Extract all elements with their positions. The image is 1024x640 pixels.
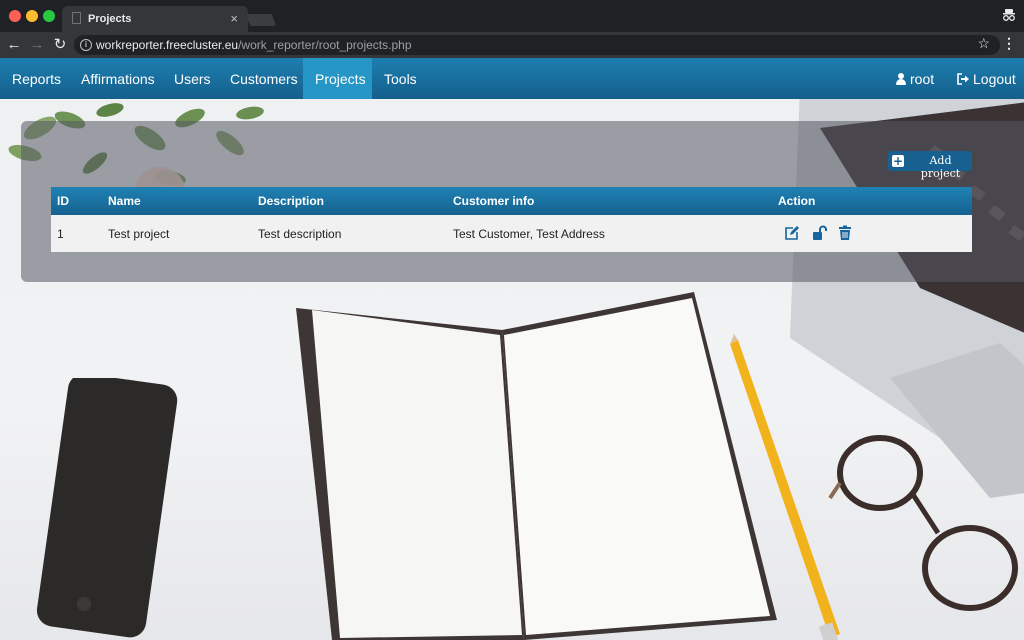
logout-link[interactable]: Logout — [957, 58, 1016, 99]
cell-name: Test project — [108, 227, 170, 241]
header-customer-info: Customer info — [453, 194, 535, 208]
main-navbar: Reports Affirmations Users Customers Pro… — [0, 58, 1024, 99]
cell-description: Test description — [258, 227, 342, 241]
browser-titlebar: Projects × — [0, 0, 1024, 32]
tab-close-icon[interactable]: × — [230, 11, 238, 26]
logout-label: Logout — [973, 71, 1016, 87]
user-icon — [896, 73, 906, 85]
address-bar[interactable]: i workreporter.freecluster.eu/work_repor… — [74, 35, 1000, 55]
nav-item-tools[interactable]: Tools — [372, 58, 429, 99]
user-name: root — [910, 71, 935, 87]
plus-square-icon: + — [892, 154, 904, 168]
projects-table: ID Name Description Customer info Action… — [51, 187, 972, 252]
table-row: 1 Test project Test description Test Cus… — [51, 215, 972, 252]
url-host: workreporter.freecluster.eu — [96, 38, 239, 52]
user-menu[interactable]: root — [896, 58, 934, 99]
url-path: /work_reporter/root_projects.php — [238, 38, 412, 52]
phone-decoration — [36, 378, 178, 638]
cell-customer-info: Test Customer, Test Address — [453, 227, 605, 241]
minimize-window-button[interactable] — [26, 10, 38, 22]
nav-item-customers[interactable]: Customers — [218, 58, 310, 99]
url-text[interactable]: workreporter.freecluster.eu/work_reporte… — [96, 38, 412, 52]
notebook-decoration — [296, 292, 777, 640]
browser-menu-icon[interactable]: ⋮ — [1002, 35, 1016, 52]
back-arrow-icon[interactable]: ← — [5, 36, 23, 54]
trash-icon[interactable] — [837, 225, 853, 241]
site-info-icon[interactable]: i — [80, 39, 92, 51]
close-window-button[interactable] — [9, 10, 21, 22]
logout-icon — [957, 73, 969, 85]
add-project-button[interactable]: + Add project — [888, 151, 972, 180]
edit-icon[interactable] — [784, 225, 800, 241]
nav-item-reports[interactable]: Reports — [0, 58, 73, 99]
glasses-decoration — [828, 435, 1018, 611]
add-project-label: Add project — [920, 154, 961, 180]
maximize-window-button[interactable] — [43, 10, 55, 22]
forward-arrow-icon[interactable]: → — [28, 36, 46, 54]
browser-tab-projects[interactable]: Projects × — [62, 6, 248, 32]
nav-item-users[interactable]: Users — [162, 58, 223, 99]
header-description: Description — [258, 194, 325, 208]
page-viewport: Reports Affirmations Users Customers Pro… — [0, 58, 1024, 640]
unlock-icon[interactable] — [812, 225, 828, 241]
reload-icon[interactable]: ↻ — [51, 36, 69, 54]
browser-toolbar: ← → ↻ i workreporter.freecluster.eu/work… — [0, 32, 1024, 58]
header-id: ID — [57, 194, 69, 208]
table-header: ID Name Description Customer info Action — [51, 187, 972, 215]
cell-id: 1 — [57, 227, 64, 241]
tab-title: Projects — [88, 13, 132, 25]
new-tab-button[interactable] — [245, 14, 277, 26]
nav-item-projects[interactable]: Projects — [303, 58, 372, 99]
header-action: Action — [778, 194, 816, 208]
page-favicon-icon — [72, 12, 81, 24]
nav-item-affirmations[interactable]: Affirmations — [69, 58, 167, 99]
header-name: Name — [108, 194, 141, 208]
incognito-icon — [1003, 9, 1015, 21]
bookmark-star-icon[interactable]: ☆ — [977, 35, 990, 52]
